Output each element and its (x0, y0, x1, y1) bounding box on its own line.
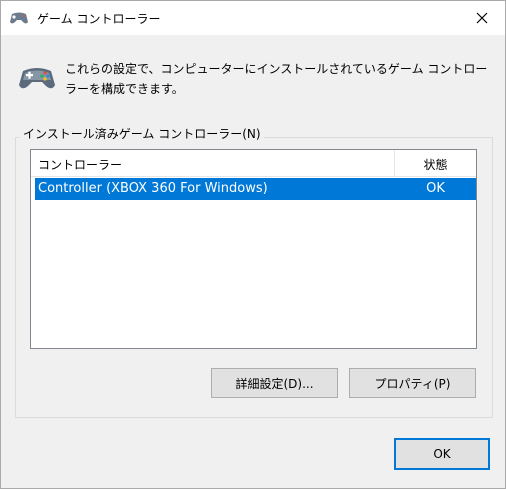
title-bar[interactable]: ゲーム コントローラー (1, 1, 505, 35)
advanced-settings-button[interactable]: 詳細設定(D)... (211, 368, 338, 398)
close-button[interactable] (459, 1, 505, 35)
ok-button[interactable]: OK (394, 438, 490, 470)
window-title: ゲーム コントローラー (37, 12, 161, 26)
column-header-status[interactable]: 状態 (395, 156, 476, 173)
game-controller-icon (19, 68, 55, 89)
controller-name: Controller (XBOX 360 For Windows) (38, 181, 268, 196)
properties-button[interactable]: プロパティ(P) (349, 368, 476, 398)
controller-list[interactable]: コントローラー 状態 Controller (XBOX 360 For Wind… (30, 149, 477, 349)
close-icon (476, 12, 488, 24)
list-header: コントローラー 状態 (31, 150, 476, 177)
game-controller-icon (10, 12, 28, 24)
description-text: これらの設定で、コンピューターにインストールされているゲーム コントローラーを構… (65, 62, 488, 96)
game-controllers-dialog: ゲーム コントローラー これらの設定で、コンピューターにインストールされているゲ… (0, 0, 506, 489)
column-header-controller[interactable]: コントローラー (38, 156, 122, 173)
list-item[interactable]: Controller (XBOX 360 For Windows) OK (35, 178, 476, 200)
group-label: インストール済みゲーム コントローラー(N) (20, 125, 264, 142)
controller-status: OK (426, 181, 445, 196)
